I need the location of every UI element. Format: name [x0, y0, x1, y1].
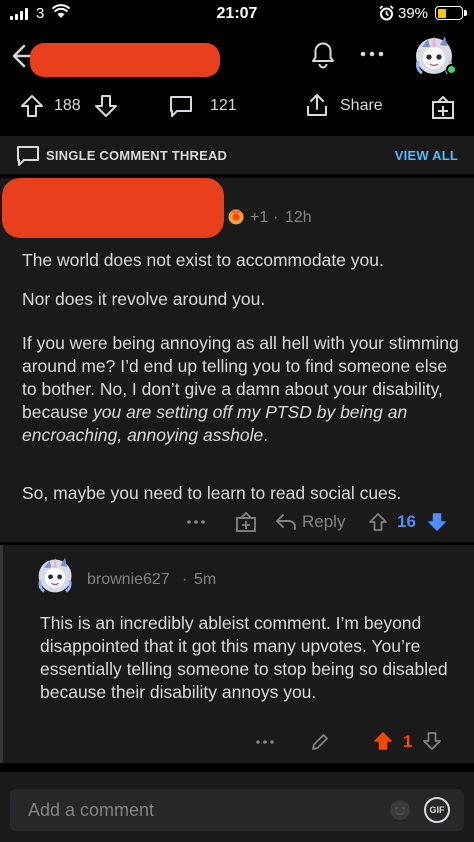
top-bar: [0, 30, 474, 80]
bell-icon: [312, 42, 334, 69]
post-downvote-button[interactable]: [92, 92, 120, 120]
view-all-link[interactable]: VIEW ALL: [395, 148, 458, 163]
emoji-icon[interactable]: [388, 798, 412, 822]
award-button[interactable]: [428, 92, 458, 122]
thread-label: SINGLE COMMENT THREAD: [46, 148, 228, 163]
notifications-button[interactable]: [305, 36, 341, 72]
redacted-username: [2, 178, 224, 238]
user-avatar-button[interactable]: [412, 33, 458, 77]
downvote-arrow-icon: [95, 95, 117, 117]
comment-paragraph: So, maybe you need to learn to read soci…: [22, 483, 402, 503]
post-vote-count: 188: [54, 97, 81, 114]
reply-timestamp: 5m: [194, 571, 217, 588]
edit-button[interactable]: [307, 729, 333, 755]
reply-more-button[interactable]: [251, 731, 279, 753]
comment-paragraph: The world does not exist to accommodate …: [22, 250, 384, 270]
share-icon: [307, 94, 327, 116]
award-count: +1: [250, 209, 269, 226]
reply-arrow-icon: [276, 514, 296, 530]
battery-percent: 39%: [398, 5, 429, 22]
battery-icon: [435, 6, 467, 20]
comment-more-button[interactable]: [182, 510, 210, 534]
downvote-arrow-filled-icon: [428, 513, 446, 531]
post-upvote-button[interactable]: [18, 92, 46, 120]
meta-separator: ·: [182, 571, 188, 588]
reply-comment: brownie627 · 5m This is an incredibly ab…: [0, 545, 474, 763]
add-comment-input[interactable]: Add a comment GIF: [10, 789, 464, 831]
comment-paragraph: If you were being annoying as all hell w…: [22, 332, 462, 447]
reply-body: This is an incredibly ableist comment. I…: [40, 613, 448, 702]
single-comment-thread-bar: SINGLE COMMENT THREAD VIEW ALL: [0, 136, 474, 174]
reply-downvote-button[interactable]: [420, 728, 444, 754]
alarm-icon: [379, 5, 394, 21]
comment-score: 16: [397, 512, 416, 531]
upvote-arrow-icon: [21, 95, 43, 117]
reply-upvote-button[interactable]: [371, 728, 395, 754]
meta-separator: ·: [273, 209, 279, 226]
share-label: Share: [340, 97, 383, 114]
gift-icon: [432, 95, 454, 119]
gift-icon: [236, 511, 256, 532]
comment-text: .: [263, 425, 269, 445]
avatar: [38, 557, 72, 593]
more-dots-icon: [256, 740, 274, 744]
downvote-arrow-icon: [423, 732, 441, 750]
more-dots-icon: [187, 520, 205, 524]
more-dots-icon: [360, 51, 384, 57]
comment-thread-icon: [17, 146, 39, 166]
status-bar: 3 21:07 39%: [0, 0, 474, 30]
pencil-icon: [312, 734, 328, 750]
comment-award-button[interactable]: [232, 508, 260, 536]
comment-composer-bar: Add a comment GIF: [0, 772, 474, 842]
comment-downvote-button[interactable]: [425, 509, 449, 535]
share-button[interactable]: [302, 90, 332, 120]
comment-upvote-button[interactable]: [366, 509, 390, 535]
upvote-arrow-filled-icon: [374, 732, 392, 750]
add-comment-placeholder: Add a comment: [28, 800, 155, 820]
comment-timestamp: 12h: [285, 209, 312, 226]
comments-button[interactable]: [166, 91, 196, 121]
online-status-dot: [446, 64, 457, 75]
comment-count: 121: [210, 97, 237, 114]
gif-label: GIF: [429, 805, 445, 815]
award-icon: [228, 209, 244, 225]
parent-comment: +1 · 12h The world does not exist to acc…: [0, 178, 474, 542]
reply-button[interactable]: [274, 508, 298, 536]
reply-label[interactable]: Reply: [302, 512, 345, 532]
post-actions-bar: 188 121 Share: [0, 82, 474, 128]
reply-username[interactable]: brownie627: [87, 571, 170, 589]
reply-score: 1: [403, 732, 413, 751]
more-options-button[interactable]: [355, 40, 389, 68]
redacted-title: [30, 43, 220, 77]
comment-bubble-icon: [170, 96, 192, 117]
upvote-arrow-icon: [369, 513, 387, 531]
comment-paragraph: Nor does it revolve around you.: [22, 289, 266, 309]
gif-button[interactable]: GIF: [424, 797, 450, 823]
